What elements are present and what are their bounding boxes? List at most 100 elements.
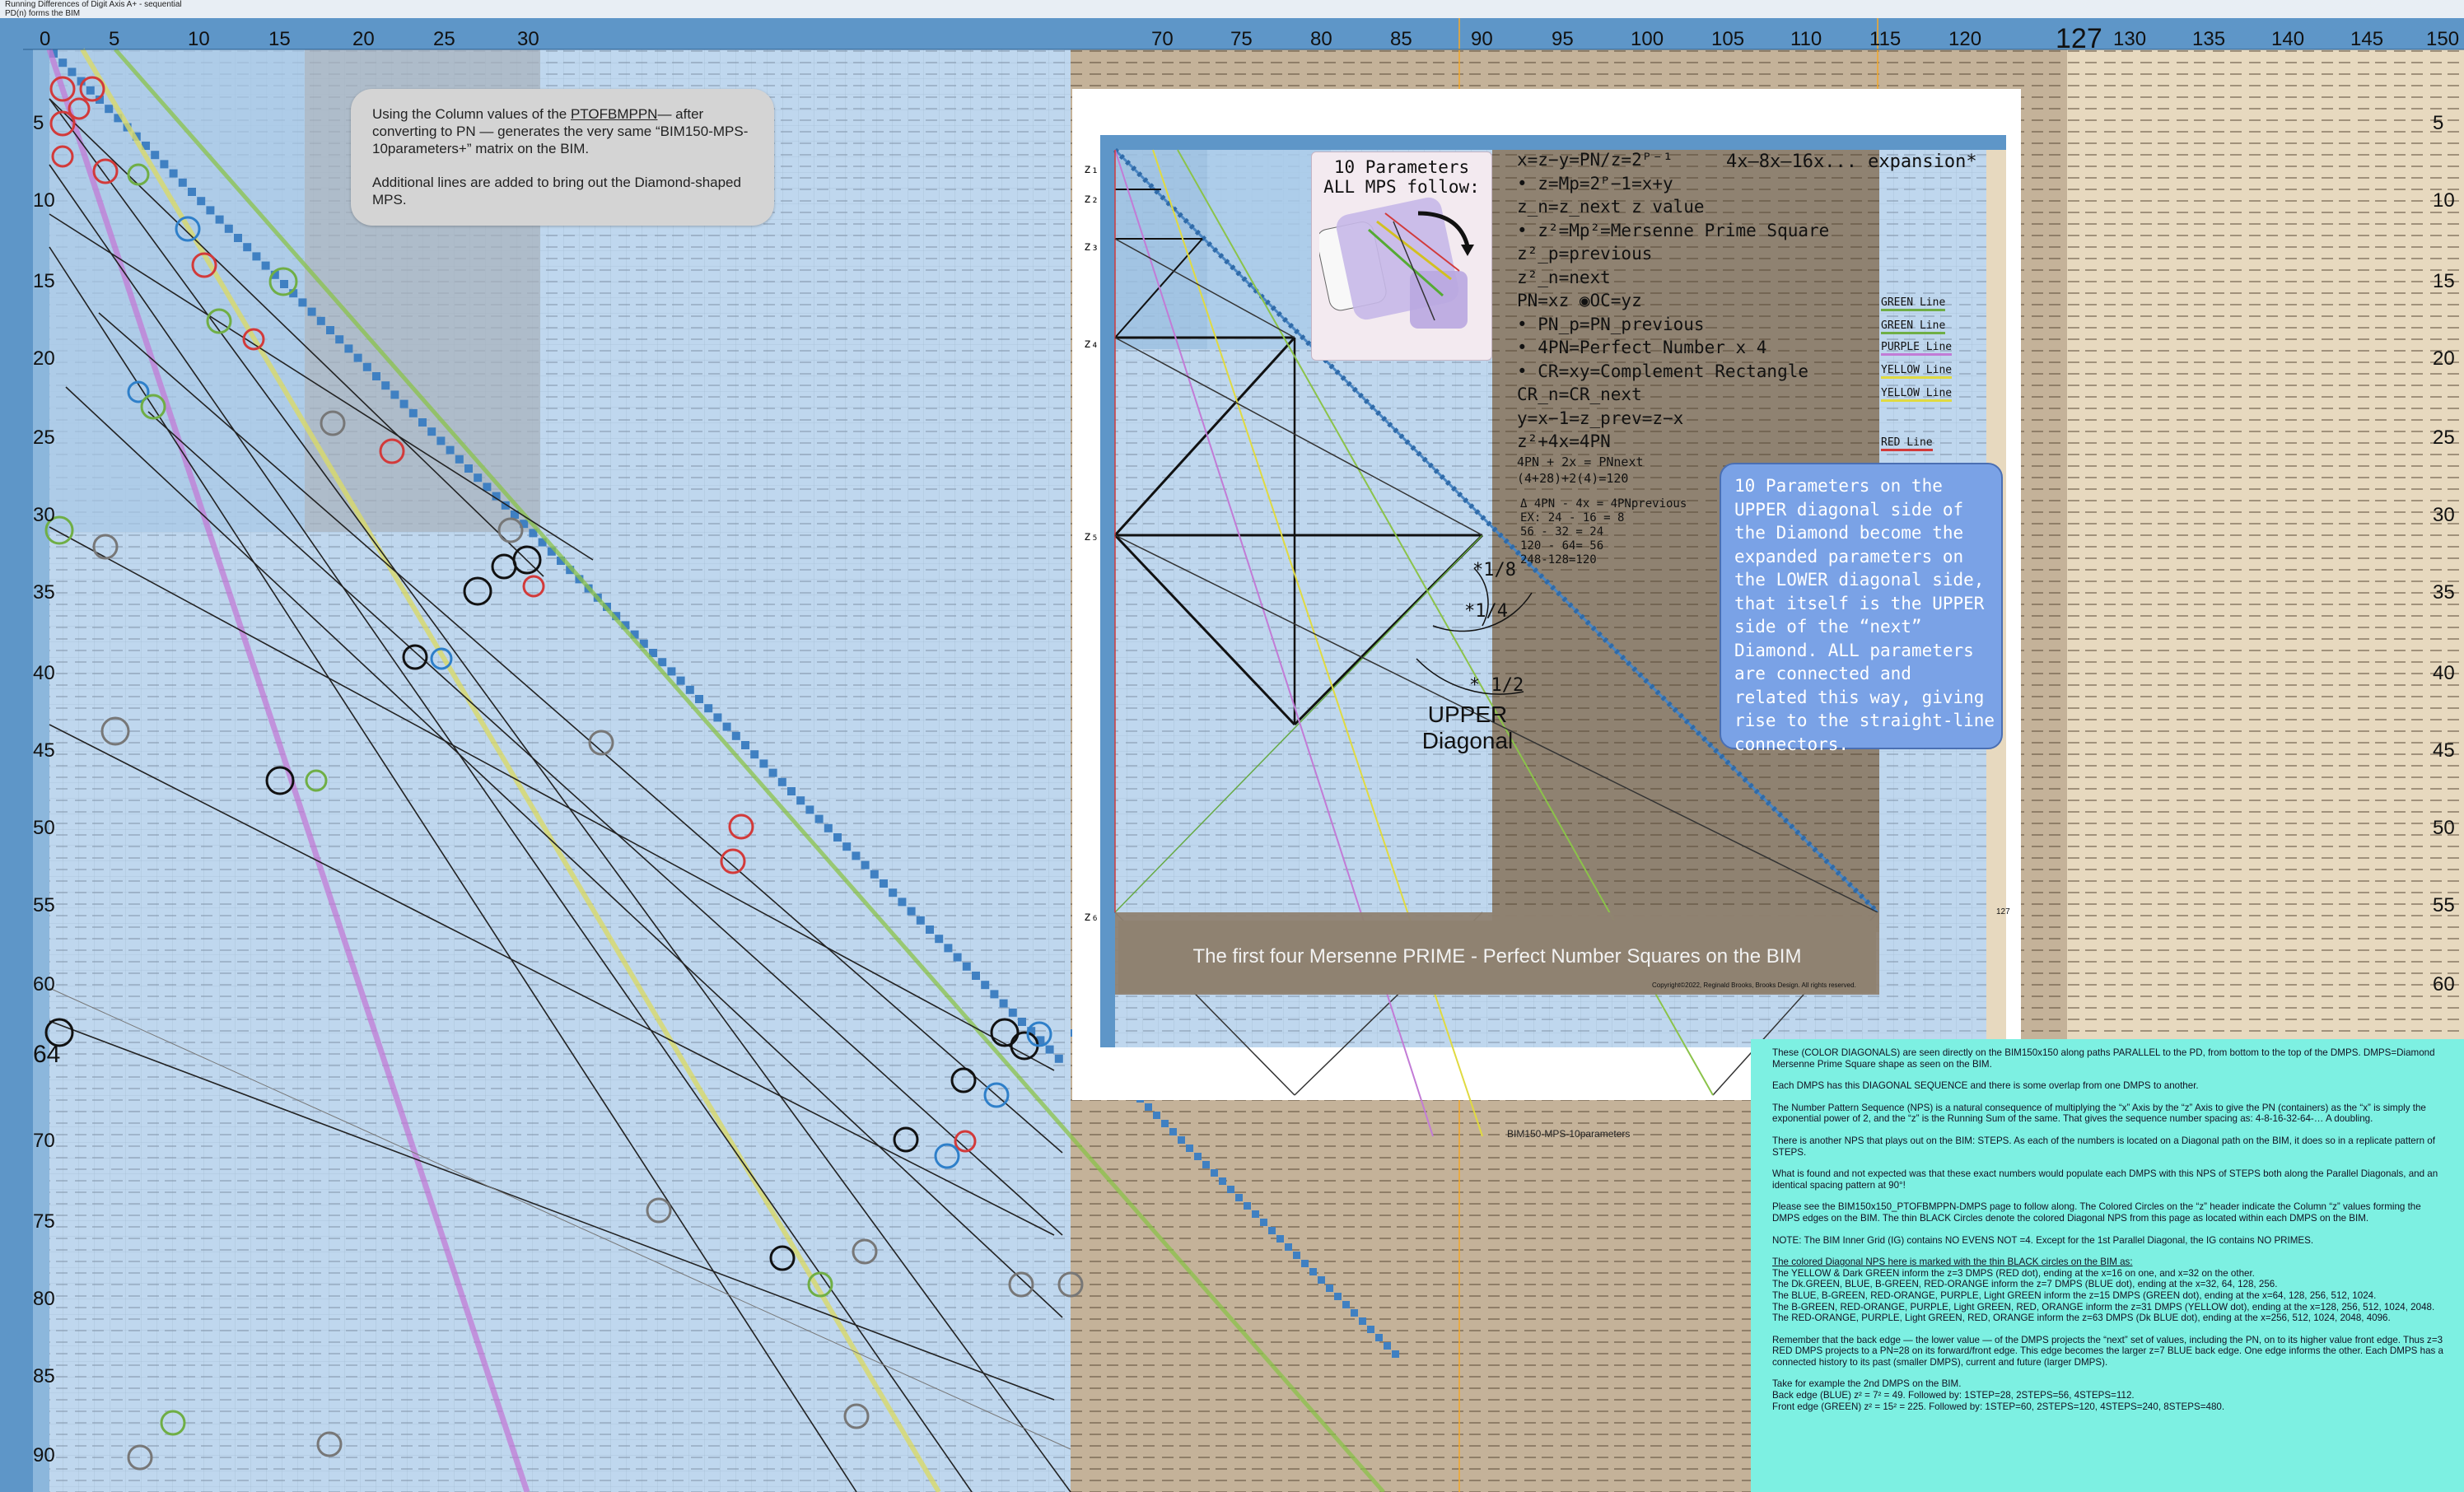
color-line-label: PURPLE Line [1881,341,1953,356]
explanation-p9: Remember that the back edge — the lower … [1772,1334,2443,1368]
top-axis-tick: 105 [1711,28,1745,50]
top-axis-tick: 70 [1151,28,1174,50]
inset-darkblue-block [1100,135,1207,349]
left-axis-tick: 75 [33,1210,55,1233]
pd-cell [1211,1169,1218,1177]
top-axis-tick: 25 [433,28,455,50]
params-diagram-icon [1316,197,1474,329]
pd-cell [418,418,427,427]
pd-cell [1375,1334,1383,1341]
callout-line: UPPER diagonal side of [1734,499,1964,520]
pd-cell [436,436,446,445]
pd-cell [188,188,196,196]
pd-cell [353,353,362,362]
callout-line: rise to the straight-line [1734,711,1995,730]
pd-cell [926,926,934,934]
left-axis-tick: 50 [33,817,55,839]
pd-cell [685,685,694,694]
explanation-p8-line: The Dk.GREEN, BLUE, B-GREEN, RED-ORANGE … [1772,1279,2278,1290]
formula-line: z²_n=next [1517,267,1611,287]
ptofbmppn-link[interactable]: PTOFBMPPN [571,106,657,122]
right-axis-tick: 60 [2433,973,2455,995]
top-axis-tick: 90 [1471,28,1493,50]
upper-diagonal-callout: 10 Parameters on the UPPER diagonal side … [1720,463,2003,754]
inset-z-label: z₆ [1084,909,1099,924]
pd-cell [298,298,307,307]
explanation-p1: These (COLOR DIAGONALS) are seen directl… [1772,1047,2435,1070]
explanation-p8-line: The B-GREEN, RED-ORANGE, PURPLE, Light G… [1772,1301,2435,1312]
top-axis-tick: 85 [1390,28,1412,50]
pd-cell [381,381,390,390]
pd-cell [1392,1350,1399,1358]
right-axis-tick: 40 [2433,662,2455,684]
explanation-p10-c: Front edge (GREEN) z² = 15² = 225. Follo… [1772,1401,2225,1412]
right-axis-tick: 35 [2433,581,2455,604]
pd-cell [704,704,713,713]
inset-z-label: z₂ [1084,191,1099,206]
pd-cell [667,667,676,676]
left-axis-tick: 5 [33,112,44,134]
inset-z-label: z₅ [1084,529,1099,543]
top-axis-tick: 75 [1230,28,1253,50]
callout-line: connectors. [1734,734,1850,754]
pd-cell [898,898,907,907]
callout-line: related this way, giving [1734,687,1985,707]
delta-formula-line: Δ 4PN - 4x = 4PNprevious [1520,497,1687,511]
top-axis-tick: 145 [2350,28,2384,50]
pd-cell [362,362,371,371]
pd-cell [160,160,169,169]
color-line-label: YELLOW Line [1881,364,1953,379]
pd-cell [658,658,667,667]
pd-cell [408,408,418,417]
pd-cell [1268,1227,1276,1234]
pd-cell [759,759,768,768]
formula-line: • z²=Mp²=Mersenne Prime Square [1517,220,1830,240]
inset-z-label: z₁ [1084,161,1099,176]
top-axis-tick: 95 [1552,28,1574,50]
pd-cell [695,695,703,703]
left-axis-tick: 20 [33,347,55,370]
callout-paragraph-2: Additional lines are added to bring out … [372,175,741,207]
top-axis-tick: 135 [2192,28,2226,50]
left-axis-tick: 35 [33,581,55,604]
inset-left-axis [1100,135,1115,1047]
pd-cell [1219,1177,1226,1185]
pd-cell [1301,1260,1309,1267]
pd-cell [1285,1243,1292,1251]
top-axis-tick: 80 [1310,28,1332,50]
pd-cell [1276,1235,1284,1243]
pd-cell [261,261,270,270]
pd-cell [1235,1194,1243,1201]
explanation-p6: Please see the BIM150x150_PTOFBMPPN-DMPS… [1772,1201,2421,1224]
pd-cell [935,935,944,944]
fraction-label: *1/4 [1464,601,1508,622]
pd-cell [1293,1252,1300,1259]
pd-cell [474,473,483,483]
left-axis-tick: 90 [33,1444,55,1466]
pd-cell [852,851,861,860]
top-axis-tick: 115 [1869,28,1902,50]
left-axis-inner [33,49,49,1492]
callout-line: expanded parameters on [1734,546,1964,566]
top-axis-tick: 10 [188,28,210,50]
callout-text: Using the Column values of the [372,106,571,122]
left-axis-tick: 40 [33,662,55,684]
pd-cell [741,741,749,749]
params-title: 10 Parameters [1333,157,1470,177]
inset-caption: BIM150-MPS-10parameters [1507,1128,1631,1140]
upper-diagonal-label: UPPER Diagonal [1410,702,1525,754]
column-values-callout: Using the Column values of the PTOFBMPPN… [351,89,774,226]
left-axis-tick: 15 [33,270,55,292]
pd-cell [455,455,464,464]
pd-cell [1186,1145,1193,1152]
pd-cell [750,750,759,759]
inset-z-label: z₃ [1084,239,1099,254]
left-axis-tick: 30 [33,504,55,526]
pd-cell [1054,1054,1063,1063]
pd-cell [68,68,77,77]
pd-cell [1326,1285,1333,1292]
pd-cell [1359,1317,1366,1325]
pd-cell [1384,1342,1391,1350]
pd-cell [777,777,786,786]
right-axis-tick: 30 [2433,504,2455,526]
